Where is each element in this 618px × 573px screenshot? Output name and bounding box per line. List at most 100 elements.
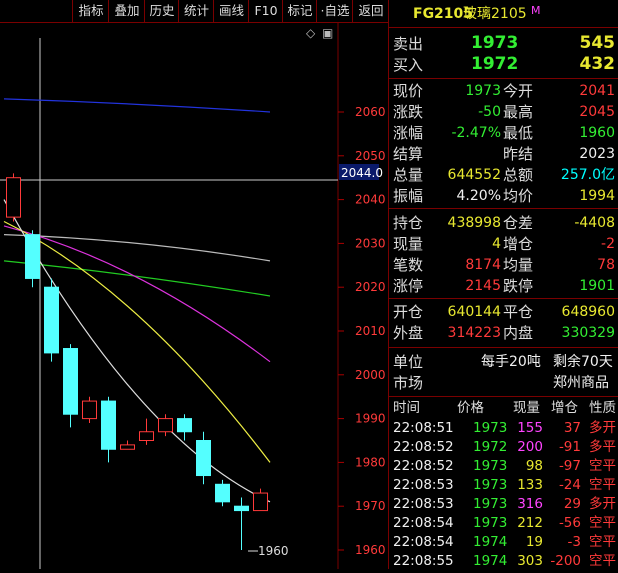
market-value: 郑州商品: [553, 375, 609, 391]
candle-body[interactable]: [177, 418, 192, 433]
tick-volume: 316: [517, 496, 543, 512]
tick-time: 22:08:52: [393, 439, 454, 455]
candle-body[interactable]: [63, 348, 78, 415]
tick-oi-change: -200: [550, 553, 581, 569]
tick-oi-change: -3: [567, 534, 581, 550]
tick-row[interactable]: 22:08:53 1973 316 29 多开: [389, 495, 618, 514]
candle-body[interactable]: [234, 505, 249, 512]
stat-label: 持仓: [393, 214, 424, 232]
moving-average-line: [3, 225, 271, 363]
stat-label: 最高: [503, 103, 534, 121]
stat-value: 314223: [447, 325, 501, 341]
sell-volume: 545: [579, 33, 616, 53]
divider: [389, 298, 618, 299]
unit-label: 单位: [393, 353, 424, 371]
tick-oi-change: -97: [558, 458, 581, 474]
candle-body[interactable]: [101, 400, 116, 450]
candle-body[interactable]: [120, 444, 135, 450]
moving-average-line: [3, 234, 271, 262]
tick-volume: 212: [517, 515, 543, 531]
stat-label: 外盘: [393, 324, 424, 342]
tick-type: 多开: [589, 420, 616, 436]
stat-value: 78: [597, 257, 615, 273]
candle-body[interactable]: [253, 492, 268, 512]
tick-time: 22:08:52: [393, 458, 454, 474]
toolbar-statistics-button[interactable]: 统计: [178, 0, 214, 22]
tick-oi-change: 37: [563, 420, 581, 436]
tick-oi-change: -91: [558, 439, 581, 455]
tick-type: 空平: [589, 477, 616, 493]
stat-value: 640144: [447, 304, 501, 320]
tick-row[interactable]: 22:08:54 1973 212 -56 空平: [389, 514, 618, 533]
tick-row[interactable]: 22:08:54 1974 19 -3 空平: [389, 533, 618, 552]
toolbar-watchlist-button[interactable]: ·自选: [316, 0, 353, 22]
candle-body[interactable]: [25, 234, 40, 279]
candle-body[interactable]: [196, 440, 211, 477]
tick-price: 1972: [473, 439, 508, 455]
tick-row[interactable]: 22:08:52 1973 98 -97 空平: [389, 457, 618, 476]
candlestick-chart[interactable]: ◇ ▣ 2060 2050 2040 2030 2020 2010 2000 1990 1980…: [0, 23, 388, 569]
toolbar-f10-button[interactable]: F10: [248, 0, 283, 22]
toolbar-history-button[interactable]: 历史: [144, 0, 179, 22]
divider: [389, 78, 618, 79]
ticks-header-time: 时间: [393, 400, 420, 416]
diamond-icon[interactable]: ◇: [306, 26, 316, 40]
tick-time: 22:08:54: [393, 515, 454, 531]
toolbar-overlay-button[interactable]: 叠加: [108, 0, 145, 22]
stat-label: 内盘: [503, 324, 534, 342]
candle-body[interactable]: [215, 483, 230, 503]
stat-value: 1994: [579, 188, 615, 204]
stat-value: 648960: [561, 304, 615, 320]
tick-price: 1973: [473, 515, 508, 531]
y-axis-label: 1970: [355, 499, 386, 513]
tick-price: 1974: [473, 534, 508, 550]
toolbar-back-button[interactable]: 返回: [352, 0, 389, 22]
tick-volume: 303: [517, 553, 543, 569]
moving-average-line: [3, 220, 271, 463]
window-toggle-icon[interactable]: ▣: [322, 26, 333, 40]
candle-body[interactable]: [44, 286, 59, 354]
stat-label: 均价: [503, 187, 534, 205]
stat-label: 现量: [393, 235, 424, 253]
stat-value: -50: [478, 104, 501, 120]
tick-type: 空平: [589, 458, 616, 474]
stat-label: 结算: [393, 145, 424, 163]
stat-label: 总额: [503, 166, 534, 184]
tick-oi-change: -24: [558, 477, 581, 493]
stat-value: 8174: [465, 257, 501, 273]
crosshair-price-label: 2044.0: [341, 166, 383, 180]
tick-type: 多开: [589, 496, 616, 512]
moving-average-line: [3, 199, 271, 503]
stat-label: 今开: [503, 82, 534, 100]
tick-row[interactable]: 22:08:53 1973 133 -24 空平: [389, 476, 618, 495]
stat-label: 增仓: [503, 235, 534, 253]
sell-price: 1973: [471, 33, 519, 53]
tick-price: 1973: [473, 458, 508, 474]
stat-value: 4.20%: [456, 188, 501, 204]
candle-body[interactable]: [82, 400, 97, 420]
tick-price: 1973: [473, 496, 508, 512]
tick-row[interactable]: 22:08:51 1973 155 37 多开: [389, 419, 618, 438]
y-axis-label: 2060: [355, 105, 386, 119]
stat-value: 4: [492, 236, 501, 252]
stat-value: 257.0亿: [560, 167, 615, 183]
tick-time: 22:08:53: [393, 477, 454, 493]
stat-label: 平仓: [503, 303, 534, 321]
candle-body[interactable]: [6, 177, 21, 218]
stat-value: 644552: [447, 167, 501, 183]
tick-row[interactable]: 22:08:52 1972 200 -91 多平: [389, 438, 618, 457]
tick-time: 22:08:51: [393, 420, 454, 436]
tick-time: 22:08:53: [393, 496, 454, 512]
y-axis-label: 2010: [355, 324, 386, 338]
candle-body[interactable]: [158, 418, 173, 433]
toolbar-mark-button[interactable]: 标记: [282, 0, 317, 22]
tick-price: 1973: [473, 420, 508, 436]
candle-body[interactable]: [139, 431, 154, 441]
tick-row[interactable]: 22:08:55 1974 303 -200 空平: [389, 552, 618, 571]
y-axis-label: 1990: [355, 412, 386, 426]
tick-volume: 155: [517, 420, 543, 436]
ticks-header-price: 价格: [457, 400, 484, 416]
toolbar-indicator-button[interactable]: 指标: [72, 0, 109, 22]
toolbar-draw-line-button[interactable]: 画线: [213, 0, 249, 22]
stat-value: -2.47%: [451, 125, 501, 141]
